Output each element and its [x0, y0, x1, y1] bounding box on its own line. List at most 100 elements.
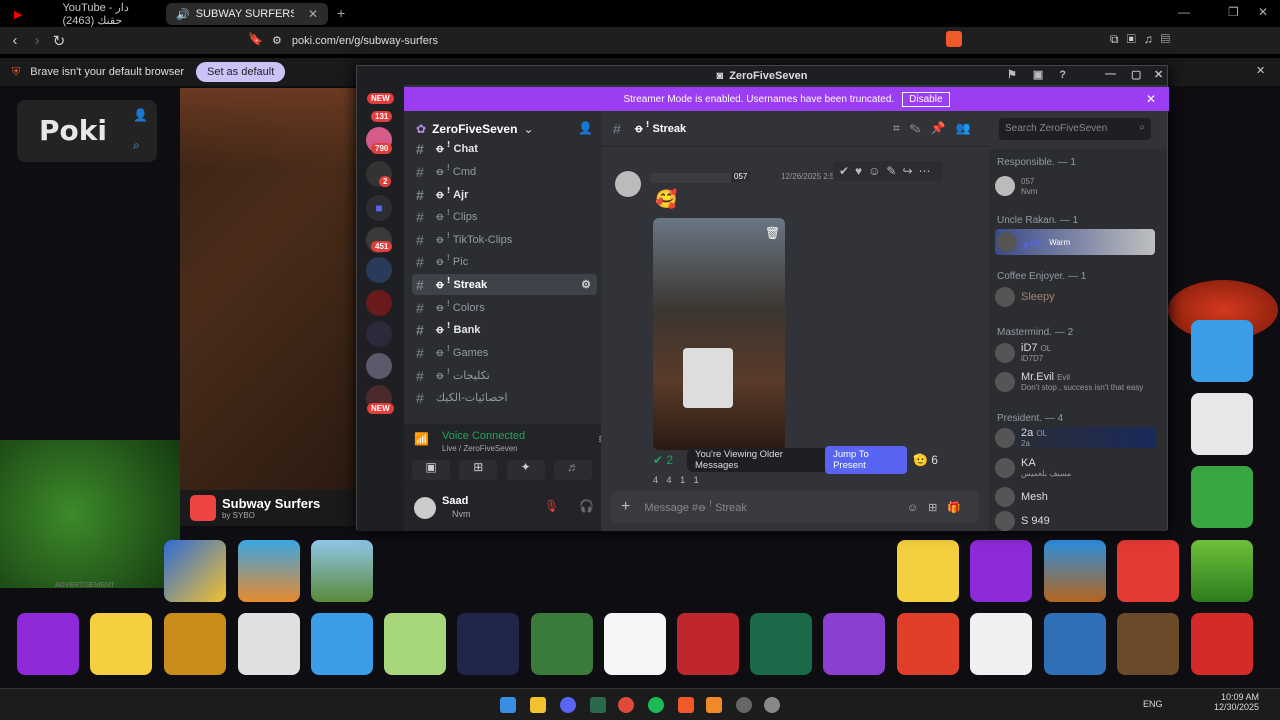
- folder-icon[interactable]: ■: [366, 195, 392, 221]
- game-card[interactable]: [604, 613, 666, 675]
- game-card[interactable]: [897, 540, 959, 602]
- game-card[interactable]: [1044, 613, 1106, 675]
- minimize-icon[interactable]: —: [1105, 68, 1116, 80]
- member[interactable]: Mr.Evil Evil Don't stop , success isn't t…: [995, 371, 1143, 392]
- deafen-icon[interactable]: 🎧: [579, 499, 594, 513]
- close-icon[interactable]: ✕: [1154, 68, 1163, 81]
- server-icon[interactable]: [366, 290, 392, 316]
- app-icon[interactable]: [764, 697, 780, 713]
- game-card[interactable]: [1044, 540, 1106, 602]
- game-card[interactable]: [1117, 540, 1179, 602]
- invite-icon[interactable]: 👤: [578, 121, 593, 135]
- extensions-icon[interactable]: ⧉▣♫▤: [1110, 32, 1178, 47]
- game-card[interactable]: [823, 613, 885, 675]
- channel-tiktok-clips[interactable]: # ꝋ ꜝ TikTok-Clips: [412, 229, 597, 250]
- emoji-reaction[interactable]: 🫡 6: [913, 453, 938, 467]
- site-info-icon[interactable]: ⚙: [272, 34, 282, 47]
- close-window-icon[interactable]: ✕: [1258, 5, 1268, 19]
- channel-ajr[interactable]: # ꝋ ꜝ Ajr: [412, 184, 597, 205]
- game-card[interactable]: [384, 613, 446, 675]
- discord-taskbar-icon[interactable]: [560, 697, 576, 713]
- game-card[interactable]: [238, 540, 300, 602]
- new-tab-button[interactable]: +: [337, 5, 345, 21]
- header-tools[interactable]: ⌗✎📌👥: [893, 121, 981, 136]
- activities-button[interactable]: ✦: [506, 460, 545, 480]
- game-card[interactable]: [1117, 613, 1179, 675]
- channel-cmd[interactable]: # ꝋ ꜝ Cmd: [412, 161, 597, 182]
- app-icon[interactable]: [706, 697, 722, 713]
- member[interactable]: iD7 OL iD7D7: [995, 342, 1051, 363]
- add-attachment-icon[interactable]: +: [621, 498, 630, 516]
- terminal-icon[interactable]: [590, 697, 606, 713]
- poki-logo[interactable]: Poki: [39, 114, 107, 147]
- close-infobar-icon[interactable]: ✕: [1256, 64, 1265, 77]
- close-banner-icon[interactable]: ✕: [1146, 92, 1156, 106]
- search-icon[interactable]: ⌕: [133, 138, 140, 153]
- url-field[interactable]: ⚙ poki.com/en/g/subway-surfers: [262, 30, 996, 51]
- game-card[interactable]: [970, 540, 1032, 602]
- channel-chat[interactable]: # ꝋ ꜝ Chat: [412, 138, 597, 159]
- back-icon[interactable]: ‹: [4, 32, 26, 49]
- game-card[interactable]: [457, 613, 519, 675]
- chrome-icon[interactable]: [618, 697, 634, 713]
- game-card[interactable]: [1191, 320, 1253, 382]
- channel-clips[interactable]: # ꝋ ꜝ Clips: [412, 206, 597, 227]
- tab-subway-surfers[interactable]: 🔊 SUBWAY SURFERS - Play Onli... ✕: [166, 3, 328, 25]
- user-icon[interactable]: 👤: [133, 108, 148, 122]
- screen-share-button[interactable]: ⊞: [459, 460, 498, 480]
- message-actions[interactable]: ✔♥☺✎↪⋯: [833, 161, 943, 181]
- channel-arabic[interactable]: # ꝋ ꜝ تكليجات: [412, 365, 597, 386]
- server-icon[interactable]: [366, 353, 392, 379]
- soundboard-button[interactable]: ♬: [553, 460, 592, 480]
- game-card[interactable]: [311, 613, 373, 675]
- mute-icon[interactable]: 🎙: [544, 499, 559, 513]
- camera-button[interactable]: ▣: [412, 460, 450, 480]
- game-card[interactable]: [897, 613, 959, 675]
- file-explorer-icon[interactable]: [530, 697, 546, 713]
- app-icon[interactable]: [736, 697, 752, 713]
- game-card[interactable]: [1191, 613, 1253, 675]
- check-reaction[interactable]: ✔ 2: [653, 453, 673, 467]
- clock[interactable]: 10:09 AM 12/30/2025: [1214, 692, 1259, 712]
- game-card[interactable]: [311, 540, 373, 602]
- game-card[interactable]: [677, 613, 739, 675]
- server-icon[interactable]: [366, 321, 392, 347]
- channel-bank[interactable]: # ꝋ ꜝ Bank: [412, 319, 597, 340]
- delete-icon[interactable]: 🗑: [765, 226, 780, 240]
- avatar[interactable]: [414, 497, 436, 519]
- brave-shields-icon[interactable]: [946, 31, 962, 47]
- game-card[interactable]: [1191, 540, 1253, 602]
- maximize-icon[interactable]: ❐: [1228, 5, 1239, 19]
- member[interactable]: S 949: [995, 511, 1050, 531]
- channel-streak[interactable]: # ꝋ ꜝ Streak ⚙: [412, 274, 597, 295]
- spotify-icon[interactable]: [648, 697, 664, 713]
- tab-youtube[interactable]: ▶ YouTube - دار حقنك (2463): [4, 2, 164, 27]
- member[interactable]: عادو Warm: [995, 229, 1155, 255]
- member[interactable]: Mesh: [995, 487, 1048, 507]
- forward-icon[interactable]: ›: [26, 32, 48, 49]
- channel-pic[interactable]: # ꝋ ꜝ Pic: [412, 251, 597, 272]
- brave-taskbar-icon[interactable]: [678, 697, 694, 713]
- composer-tools[interactable]: ☺⊞🎁: [907, 501, 971, 514]
- game-card[interactable]: [750, 613, 812, 675]
- channel-colors[interactable]: # ꝋ ꜝ Colors: [412, 297, 597, 318]
- avatar[interactable]: [615, 171, 641, 197]
- reaction-row[interactable]: 4 4 1 1: [653, 475, 702, 485]
- maximize-icon[interactable]: ▢: [1131, 68, 1141, 81]
- game-card[interactable]: [970, 613, 1032, 675]
- channel-settings-icon[interactable]: ⚙: [581, 278, 591, 291]
- minimize-icon[interactable]: —: [1178, 5, 1190, 19]
- close-tab-icon[interactable]: ✕: [308, 7, 318, 21]
- search-input[interactable]: Search ZeroFiveSeven ⌕: [999, 118, 1151, 140]
- windows-start-icon[interactable]: [500, 697, 516, 713]
- message-image[interactable]: 🗑: [653, 218, 785, 450]
- game-card[interactable]: [17, 613, 79, 675]
- set-default-button[interactable]: Set as default: [195, 62, 286, 82]
- game-card[interactable]: [164, 540, 226, 602]
- game-card[interactable]: [164, 613, 226, 675]
- server-icon[interactable]: [366, 257, 392, 283]
- jump-to-present-button[interactable]: Jump To Present: [825, 446, 907, 474]
- message-composer[interactable]: + Message #ꝋ ꜝ Streak ☺⊞🎁: [611, 491, 979, 523]
- channel-games[interactable]: # ꝋ ꜝ Games: [412, 342, 597, 363]
- game-card[interactable]: [531, 613, 593, 675]
